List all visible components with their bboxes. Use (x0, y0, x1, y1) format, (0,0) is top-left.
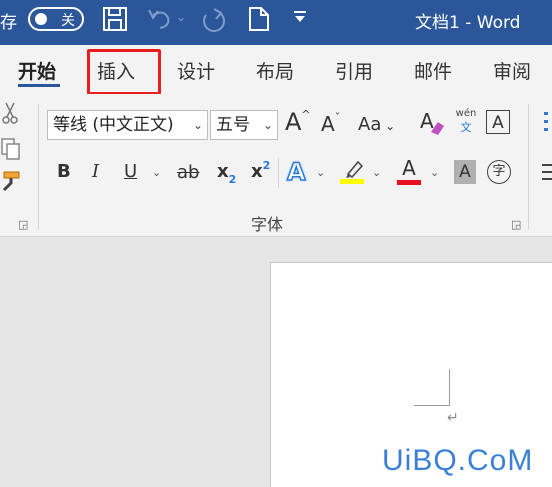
enclose-characters-button[interactable]: 字 (487, 160, 511, 184)
chevron-down-icon[interactable]: ⌄ (152, 166, 161, 179)
font-color-button[interactable]: A (397, 156, 421, 185)
strikethrough-button[interactable]: ab (177, 162, 199, 183)
text-effects-button[interactable]: A (286, 157, 306, 187)
superscript-button[interactable]: x2 (251, 159, 271, 182)
chevron-down-icon[interactable]: ⌄ (316, 166, 325, 179)
chevron-down-icon[interactable]: ⌄ (430, 166, 439, 179)
shrink-font-button[interactable]: Aˇ (321, 111, 341, 136)
font-size-combo[interactable]: 五号 ⌄ (210, 110, 278, 140)
customize-toolbar-icon[interactable] (293, 9, 307, 29)
toggle-knob (35, 13, 47, 25)
enclose-characters-icon: 字 (492, 164, 506, 179)
change-case-button[interactable]: Aa ⌄ (358, 114, 395, 135)
group-separator (38, 104, 39, 229)
superscript-mark: 2 (262, 159, 271, 172)
redo-icon[interactable] (198, 6, 228, 38)
align-icon[interactable] (542, 160, 552, 188)
character-border-icon: A (492, 113, 504, 133)
character-shading-icon: A (459, 162, 471, 182)
shrink-font-icon: A (321, 112, 335, 136)
chevron-down-icon: ⌄ (381, 119, 396, 133)
undo-dropdown-icon[interactable]: ⌄ (176, 10, 186, 24)
autosave-label: 存 (0, 13, 17, 33)
copy-icon[interactable] (0, 137, 22, 165)
underline-button[interactable]: U (124, 161, 137, 182)
group-separator (278, 158, 279, 188)
undo-icon[interactable] (146, 6, 174, 36)
clipboard-dialog-launcher-icon[interactable]: ◲ (18, 218, 28, 231)
title-bar: 存 关 ⌄ 文档1 - Word (0, 0, 552, 45)
tab-insert-highlight (87, 49, 161, 95)
document-title: 文档1 - Word (415, 13, 521, 33)
autosave-toggle[interactable]: 关 (28, 7, 84, 31)
format-painter-icon[interactable] (0, 170, 22, 198)
tab-review[interactable]: 审阅 (493, 57, 531, 84)
caret-down-icon: ˇ (334, 111, 341, 124)
tab-design[interactable]: 设计 (177, 57, 215, 84)
new-document-icon[interactable] (248, 6, 270, 36)
grow-font-button[interactable]: A^ (285, 108, 311, 136)
tab-references[interactable]: 引用 (335, 57, 373, 84)
phonetic-top: wén (455, 108, 477, 119)
font-name-combo[interactable]: 等线 (中文正文) ⌄ (47, 110, 208, 140)
margin-corner-vertical (449, 369, 450, 405)
paragraph-mark: ↵ (447, 410, 459, 426)
font-name-value: 等线 (中文正文) (53, 115, 174, 135)
autosave-state: 关 (61, 13, 75, 29)
svg-text:A: A (420, 109, 434, 133)
watermark-logo: UiBQ.CoM (382, 444, 534, 477)
bullets-icon[interactable] (542, 108, 552, 138)
subscript-button[interactable]: x2 (217, 161, 236, 186)
font-dialog-launcher-icon[interactable]: ◲ (511, 218, 521, 231)
ribbon-home: ◲ 等线 (中文正文) ⌄ 五号 ⌄ A^ Aˇ Aa ⌄ A wén 文 A (0, 94, 552, 237)
subscript-mark: 2 (228, 173, 237, 186)
tab-mailings[interactable]: 邮件 (414, 57, 452, 84)
font-color-letter: A (402, 156, 416, 180)
active-tab-indicator (18, 84, 60, 87)
highlight-color-button[interactable] (340, 158, 366, 188)
change-case-label: Aa (358, 114, 382, 135)
phonetic-bottom: 文 (460, 121, 472, 134)
character-border-button[interactable]: A (486, 110, 510, 134)
group-separator (528, 104, 529, 229)
grow-font-icon: A (285, 108, 302, 136)
margin-corner-horizontal (414, 405, 450, 406)
caret-up-icon: ^ (301, 108, 311, 121)
subscript-base: x (217, 161, 229, 182)
italic-button[interactable]: I (92, 161, 99, 182)
superscript-base: x (251, 161, 263, 182)
character-shading-button[interactable]: A (454, 160, 476, 184)
tab-layout[interactable]: 布局 (256, 57, 294, 84)
font-group-label: 字体 (251, 215, 284, 234)
chevron-down-icon[interactable]: ⌄ (193, 111, 203, 139)
tab-home[interactable]: 开始 (18, 57, 56, 84)
ribbon-tabs: 开始 插入 设计 布局 引用 邮件 审阅 (0, 45, 552, 95)
phonetic-guide-button[interactable]: wén 文 (455, 108, 477, 135)
chevron-down-icon[interactable]: ⌄ (263, 111, 273, 139)
chevron-down-icon[interactable]: ⌄ (372, 166, 381, 179)
clear-formatting-icon[interactable]: A (417, 108, 447, 140)
font-size-value: 五号 (216, 115, 250, 135)
font-color-swatch (397, 180, 421, 185)
bold-button[interactable]: B (57, 161, 71, 182)
cut-icon[interactable] (0, 101, 20, 129)
save-icon[interactable] (102, 6, 128, 36)
